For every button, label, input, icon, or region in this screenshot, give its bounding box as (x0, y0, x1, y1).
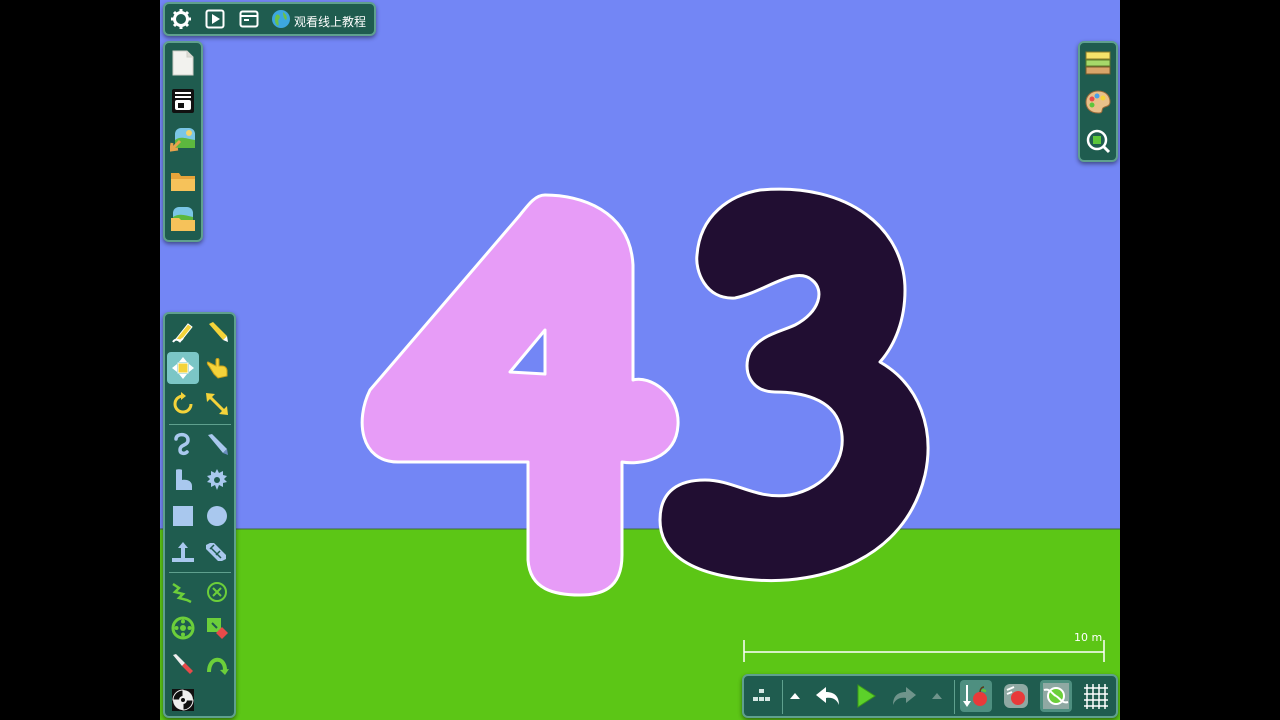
undo-icon (816, 687, 839, 705)
open-folder-icon (171, 173, 195, 191)
template-icon (172, 89, 194, 113)
open-folder-button[interactable] (167, 165, 199, 197)
bottom-bar (742, 674, 1118, 718)
grid-toggle[interactable] (1080, 680, 1112, 712)
spring-icon (172, 582, 192, 604)
box-tool[interactable] (167, 500, 199, 532)
template-button[interactable] (167, 85, 199, 117)
rope-tool[interactable] (167, 428, 199, 460)
redo-icon (893, 687, 916, 705)
move-tool[interactable] (167, 352, 199, 384)
piston-tool[interactable] (167, 536, 199, 568)
knife-icon (173, 654, 193, 674)
rotate-tool[interactable] (167, 388, 199, 420)
window-icon (239, 10, 259, 28)
hinge-icon (207, 657, 229, 675)
chain-icon (206, 543, 226, 561)
play-button-icon (857, 684, 876, 708)
eraser-tool[interactable] (201, 612, 233, 644)
gravity-icon (963, 685, 987, 707)
tutorial-label: 观看线上教程 (294, 15, 367, 29)
gear-blue-icon (207, 469, 227, 490)
physics-toggle[interactable] (1000, 680, 1032, 712)
up-arrow-icon (932, 693, 942, 699)
grid-snap-icon (753, 689, 770, 701)
l-shape-icon (176, 469, 192, 490)
knife-tool[interactable] (167, 648, 199, 680)
file-toolbar (163, 41, 203, 242)
palette-button[interactable] (1082, 86, 1114, 118)
delete-circle-icon (207, 582, 227, 602)
knife-blue-icon (208, 434, 228, 455)
vortex-tool[interactable] (167, 684, 199, 716)
globe-icon (272, 10, 290, 28)
layers-button[interactable] (1082, 47, 1114, 79)
chain-tool[interactable] (201, 536, 233, 568)
zoom-button[interactable] (1082, 125, 1114, 157)
play-mode-button[interactable] (199, 4, 231, 34)
spring-tool[interactable] (167, 576, 199, 608)
new-file-button[interactable] (167, 47, 199, 79)
collision-toggle[interactable] (1040, 680, 1072, 712)
resize-icon (206, 393, 228, 415)
window-button[interactable] (233, 4, 265, 34)
settings-button[interactable] (165, 4, 197, 34)
rope-icon (174, 432, 190, 456)
palette-divider (169, 572, 231, 573)
sketch-tool[interactable] (201, 316, 233, 348)
vortex-icon (172, 689, 194, 711)
wheel-icon (171, 616, 195, 640)
gear-tool[interactable] (201, 464, 233, 496)
gear-icon (171, 9, 191, 29)
circle-icon (207, 506, 227, 526)
pencil-icon (172, 323, 193, 343)
bar-divider (954, 680, 955, 714)
import-image-icon (170, 128, 195, 152)
import-image-button[interactable] (167, 123, 199, 155)
up-arrow-icon (790, 693, 800, 699)
game-scene[interactable]: 10 m (160, 0, 1120, 720)
eraser-icon (207, 618, 228, 639)
scale-bar-label: 10 m (1074, 631, 1103, 644)
sketch-pencil-icon (209, 322, 228, 342)
circle-tool[interactable] (201, 500, 233, 532)
online-levels-icon (171, 207, 195, 231)
new-file-icon (172, 50, 194, 76)
undo-button[interactable] (812, 680, 844, 712)
wheel-tool[interactable] (167, 612, 199, 644)
expand-up-button[interactable] (784, 680, 806, 712)
tool-palette (163, 312, 236, 718)
online-levels-button[interactable] (167, 203, 199, 235)
right-toolbar (1078, 41, 1118, 162)
physics-icon (1004, 684, 1028, 708)
deform-tool[interactable] (167, 464, 199, 496)
hand-icon (206, 358, 228, 379)
scale-tool[interactable] (201, 388, 233, 420)
hinge-tool[interactable] (201, 648, 233, 680)
play-icon (205, 9, 225, 29)
zoom-icon (1086, 129, 1111, 154)
draw-tool[interactable] (167, 316, 199, 348)
grid-icon (1084, 684, 1108, 709)
gravity-toggle[interactable] (960, 680, 992, 712)
expand-up-button-2[interactable] (926, 680, 948, 712)
top-bar: 观看线上教程 (163, 2, 376, 36)
scale-bar (743, 640, 1105, 662)
rotate-icon (173, 392, 193, 414)
move-arrows-icon (172, 357, 194, 379)
redo-button[interactable] (888, 680, 920, 712)
layers-icon (1085, 51, 1111, 75)
drag-tool[interactable] (201, 352, 233, 384)
grid-snap-button[interactable] (746, 680, 778, 712)
palette-divider (169, 424, 231, 425)
delete-tool[interactable] (201, 576, 233, 608)
palette-icon (1085, 90, 1111, 114)
cut-tool[interactable] (201, 428, 233, 460)
square-icon (173, 506, 193, 526)
play-button[interactable] (850, 680, 882, 712)
scene-canvas[interactable] (160, 0, 1120, 720)
bar-divider (782, 680, 783, 714)
piston-icon (172, 542, 194, 562)
collision-icon (1043, 683, 1069, 709)
